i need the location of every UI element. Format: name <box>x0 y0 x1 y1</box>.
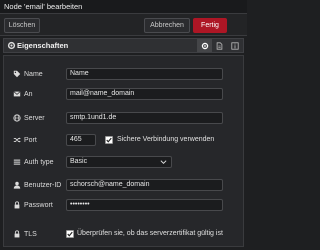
secure-connection-label: Sichere Verbindung verwenden <box>117 136 215 143</box>
name-label: Name <box>24 70 43 78</box>
document-icon <box>216 41 223 50</box>
server-input[interactable]: smtp.1und1.de <box>66 112 223 124</box>
password-row-label: Passwort <box>13 199 53 211</box>
auth-type-label: Auth type <box>24 158 54 166</box>
auth-type-value: Basic <box>70 158 88 165</box>
user-icon <box>13 181 21 189</box>
auth-type-row-label: Auth type <box>13 156 54 168</box>
to-row-label: An <box>13 88 33 100</box>
window-title: Node 'email' bearbeiten <box>4 2 83 11</box>
checkmark-icon <box>106 137 112 143</box>
to-input[interactable]: mail@name_domain <box>66 88 223 100</box>
globe-icon <box>13 114 21 122</box>
chevron-down-icon <box>160 160 167 165</box>
user-input[interactable]: schorsch@name_domain <box>66 179 223 191</box>
envelope-icon <box>13 91 21 97</box>
tab-description[interactable] <box>212 39 227 52</box>
properties-title: Eigenschaften <box>17 41 69 50</box>
name-row-label: Name <box>13 68 43 80</box>
lock-icon <box>14 201 20 209</box>
tls-verify-checkbox[interactable] <box>66 230 74 238</box>
server-label: Server <box>24 114 45 122</box>
user-row-label: Benutzer-ID <box>13 179 61 191</box>
tls-row-label: TLS <box>13 228 37 240</box>
list-icon <box>13 159 21 165</box>
done-button[interactable]: Fertig <box>193 18 227 33</box>
gear-icon <box>201 42 208 49</box>
to-label: An <box>24 90 33 98</box>
info-icon <box>230 41 239 50</box>
auth-type-select[interactable]: Basic <box>66 156 172 168</box>
properties-header[interactable]: Eigenschaften <box>3 38 244 53</box>
tag-icon <box>13 70 21 78</box>
delete-button[interactable]: Löschen <box>4 18 40 33</box>
name-input[interactable]: Name <box>66 68 223 80</box>
tls-label: TLS <box>24 230 37 238</box>
port-input[interactable]: 465 <box>66 134 96 146</box>
window-titlebar: Node 'email' bearbeiten <box>0 0 247 14</box>
tls-verify-label: Überprüfen sie, ob das serverzertifikat … <box>77 230 223 237</box>
lock-icon <box>14 230 20 238</box>
tab-properties[interactable] <box>197 39 212 52</box>
properties-panel: Name Name An mail@name_domain Server smt… <box>3 55 244 247</box>
checkmark-icon <box>67 231 73 237</box>
port-row-label: Port <box>13 134 37 146</box>
password-input[interactable]: •••••••• <box>66 199 223 211</box>
password-label: Passwort <box>24 201 53 209</box>
tab-appearance[interactable] <box>227 39 242 52</box>
cancel-button[interactable]: Abbrechen <box>144 18 190 33</box>
user-label: Benutzer-ID <box>24 181 62 189</box>
random-icon <box>13 137 21 143</box>
server-row-label: Server <box>13 112 45 124</box>
toolbar: Löschen Abbrechen Fertig <box>0 14 247 36</box>
secure-connection-checkbox[interactable] <box>105 136 113 144</box>
gear-icon <box>7 41 16 50</box>
port-label: Port <box>24 136 37 144</box>
